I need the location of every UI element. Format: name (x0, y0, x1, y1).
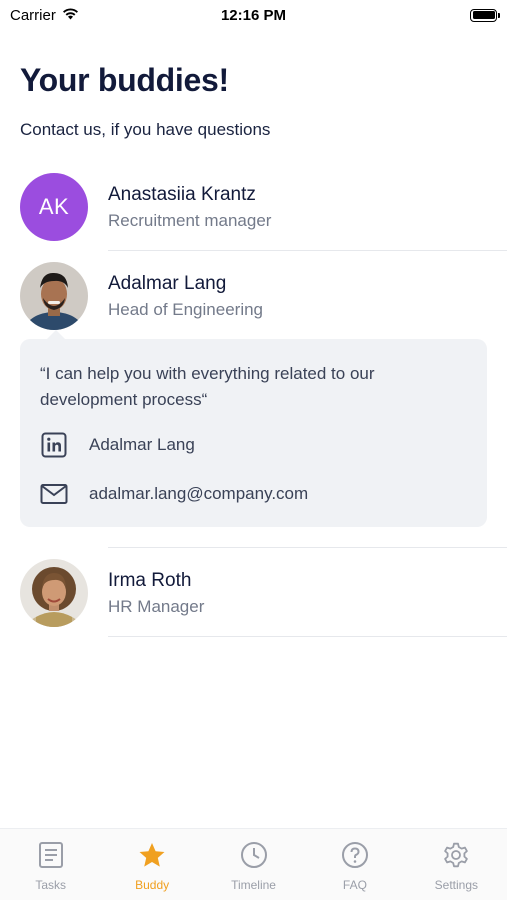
tab-faq[interactable]: FAQ (304, 829, 405, 900)
status-bar: Carrier 12:16 PM (0, 0, 507, 30)
buddy-role: Head of Engineering (108, 299, 264, 319)
battery-icon (470, 8, 500, 22)
carrier-label: Carrier (10, 6, 56, 24)
email-link[interactable]: adalmar.lang@company.com (40, 480, 308, 508)
clock-icon (240, 841, 268, 874)
buddy-row-irma-roth[interactable]: Irma Roth HR Manager (20, 557, 507, 629)
tab-timeline[interactable]: Timeline (203, 829, 304, 900)
buddy-name: Irma Roth (108, 569, 192, 591)
divider (108, 547, 507, 548)
screen: Carrier 12:16 PM Your buddies! Contact u… (0, 0, 507, 900)
buddy-row-adalmar-lang[interactable]: Adalmar Lang Head of Engineering (20, 260, 507, 332)
buddy-quote: “I can help you with everything related … (40, 364, 375, 409)
tab-label: Tasks (35, 878, 67, 892)
tab-buddy[interactable]: Buddy (101, 829, 202, 900)
divider (108, 636, 507, 637)
tab-bar: Tasks Buddy Timeline FAQ Settings (0, 828, 507, 900)
tab-settings[interactable]: Settings (406, 829, 507, 900)
buddy-detail-card: “I can help you with everything related … (20, 330, 487, 527)
tab-label: FAQ (342, 878, 367, 892)
wifi-icon (62, 7, 79, 24)
gear-icon (442, 841, 470, 874)
linkedin-name: Adalmar Lang (89, 435, 195, 454)
page-subtitle: Contact us, if you have questions (20, 120, 271, 139)
tab-label: Buddy (135, 878, 170, 892)
avatar: AK (20, 173, 88, 241)
mail-icon (40, 480, 68, 508)
status-left: Carrier (10, 7, 79, 24)
tab-label: Timeline (231, 878, 276, 892)
linkedin-link[interactable]: Adalmar Lang (40, 431, 195, 459)
list-icon (38, 841, 64, 874)
avatar (20, 262, 88, 330)
buddy-role: HR Manager (108, 596, 205, 616)
buddy-name: Anastasiia Krantz (108, 183, 256, 205)
divider (108, 250, 507, 251)
linkedin-icon (40, 431, 68, 459)
star-icon (138, 841, 166, 874)
avatar (20, 559, 88, 627)
buddy-name: Adalmar Lang (108, 272, 227, 294)
buddy-role: Recruitment manager (108, 210, 272, 230)
page-title: Your buddies! (20, 62, 229, 98)
email-address: adalmar.lang@company.com (89, 484, 309, 503)
buddy-row-anastasiia-krantz[interactable]: AK Anastasiia Krantz Recruitment manager (20, 171, 507, 243)
tab-tasks[interactable]: Tasks (0, 829, 101, 900)
question-icon (341, 841, 369, 874)
tab-label: Settings (434, 878, 478, 892)
